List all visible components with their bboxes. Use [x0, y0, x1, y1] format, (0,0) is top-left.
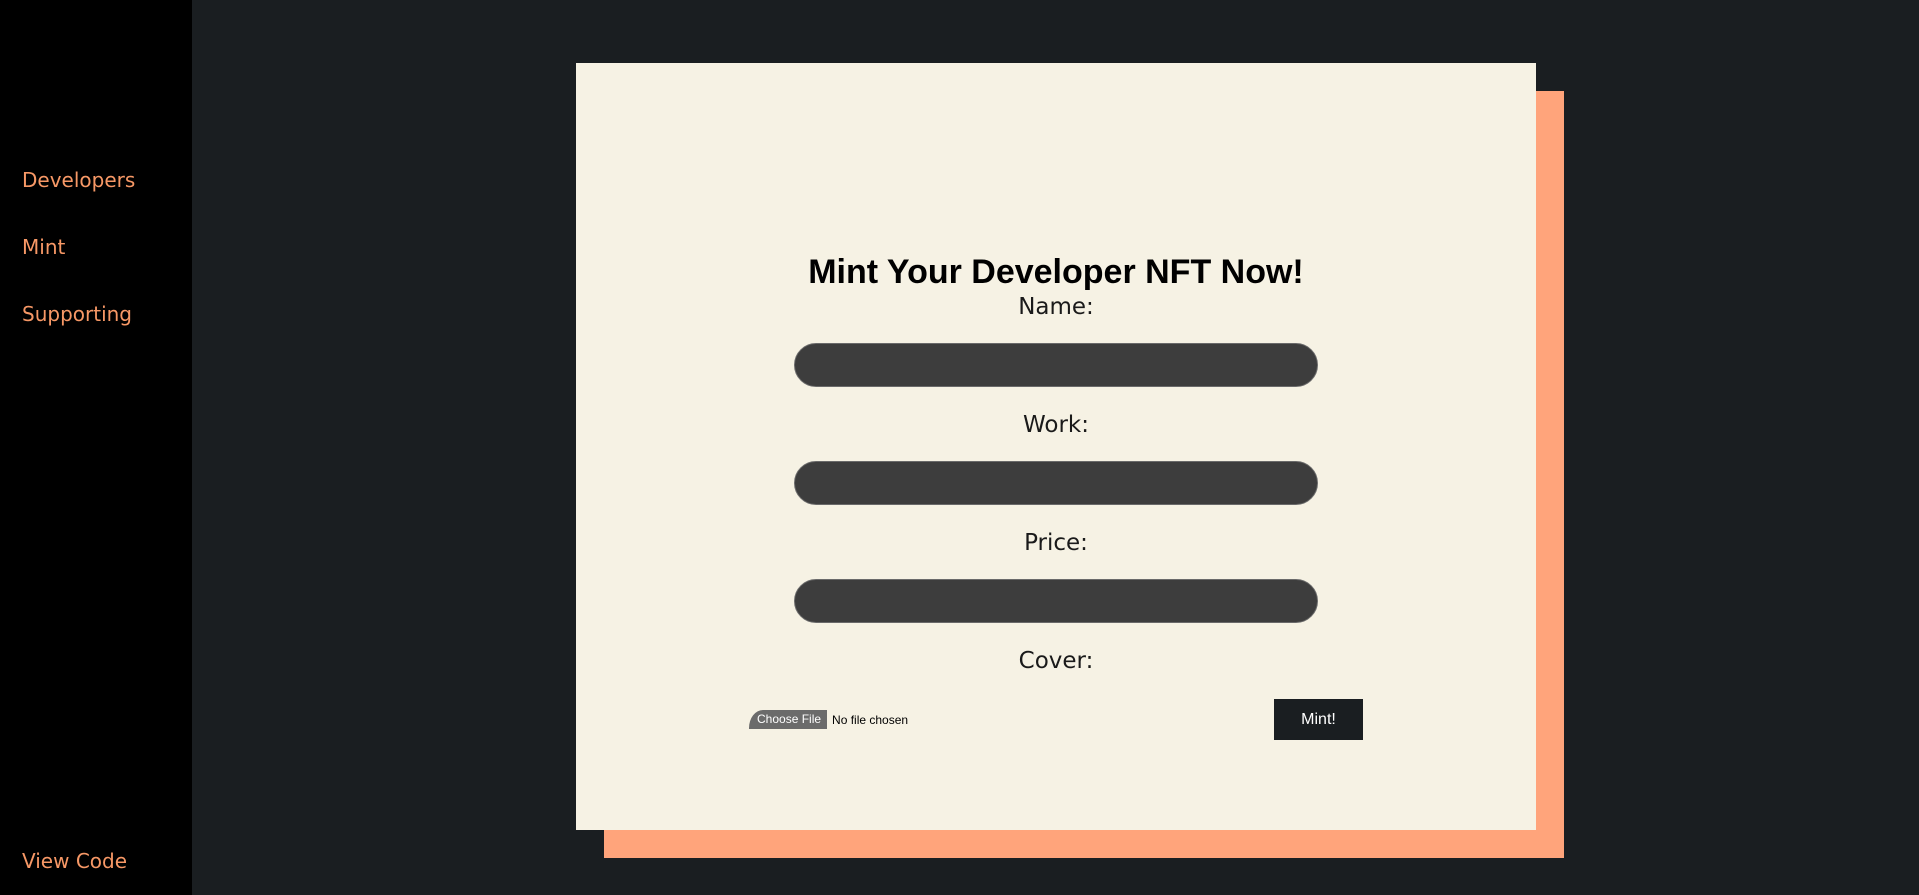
sidebar: Developers Mint Supporting View Code — [0, 0, 192, 895]
mint-button[interactable]: Mint! — [1274, 699, 1363, 740]
name-label: Name: — [1018, 294, 1094, 320]
sidebar-item-mint[interactable]: Mint — [22, 235, 65, 259]
cover-file-input: Choose File No file chosen — [749, 710, 908, 729]
sidebar-item-supporting[interactable]: Supporting — [22, 302, 132, 326]
choose-file-button[interactable]: Choose File — [749, 710, 828, 729]
file-status-text: No file chosen — [832, 712, 909, 727]
sidebar-item-developers[interactable]: Developers — [22, 168, 135, 192]
work-label: Work: — [1023, 412, 1089, 438]
name-input[interactable] — [794, 343, 1318, 387]
mint-form-card: Mint Your Developer NFT Now! Name: Work:… — [576, 63, 1536, 830]
work-input[interactable] — [794, 461, 1318, 505]
cover-label: Cover: — [1018, 648, 1094, 674]
view-code-link[interactable]: View Code — [22, 849, 127, 873]
page-title: Mint Your Developer NFT Now! — [808, 253, 1304, 291]
price-input[interactable] — [794, 579, 1318, 623]
price-label: Price: — [1024, 530, 1088, 556]
